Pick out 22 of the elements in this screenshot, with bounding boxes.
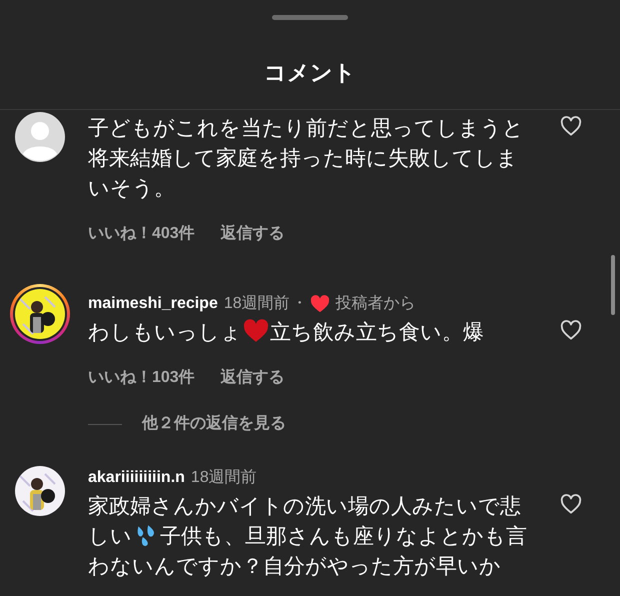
- reply-button[interactable]: 返信する: [220, 222, 285, 246]
- comment-text: わしもいっしょ 立ち飲み立ち食い。爆: [88, 318, 485, 346]
- comment-text: 家政婦さんかバイトの洗い場の人みたいで悲しい 子供も、旦那さんも座りなよとかも言わないんですか？自分がやった方が早いか: [88, 494, 528, 580]
- like-count[interactable]: いいね！403件: [88, 222, 195, 246]
- comment-text: 子どもがこれを当たり前だと思ってしまうと将来結婚して家庭を持った時に失敗してしまいそう。: [88, 116, 525, 202]
- header-title: コメント: [264, 59, 356, 87]
- like-count[interactable]: いいね！103件: [88, 366, 195, 390]
- view-replies-button[interactable]: 他２件の返信を見る: [142, 412, 286, 436]
- comment-time: 18週間前: [224, 294, 290, 314]
- comment-time: 18週間前: [190, 468, 257, 488]
- username[interactable]: maimeshi_recipe: [88, 292, 218, 316]
- reply-button[interactable]: 返信する: [220, 366, 285, 390]
- heart-icon[interactable]: [560, 494, 582, 514]
- avatar-icon[interactable]: [15, 112, 65, 162]
- heart-icon[interactable]: [560, 116, 582, 136]
- scrollbar[interactable]: [611, 255, 615, 315]
- separator-dot: ・: [292, 294, 308, 314]
- author-label: 投稿者から: [336, 294, 416, 314]
- drag-handle[interactable]: [272, 15, 348, 20]
- heart-icon[interactable]: [560, 320, 582, 340]
- heart-emoji-icon: [243, 319, 269, 343]
- username[interactable]: akariiiiiiiiin.n: [88, 466, 185, 490]
